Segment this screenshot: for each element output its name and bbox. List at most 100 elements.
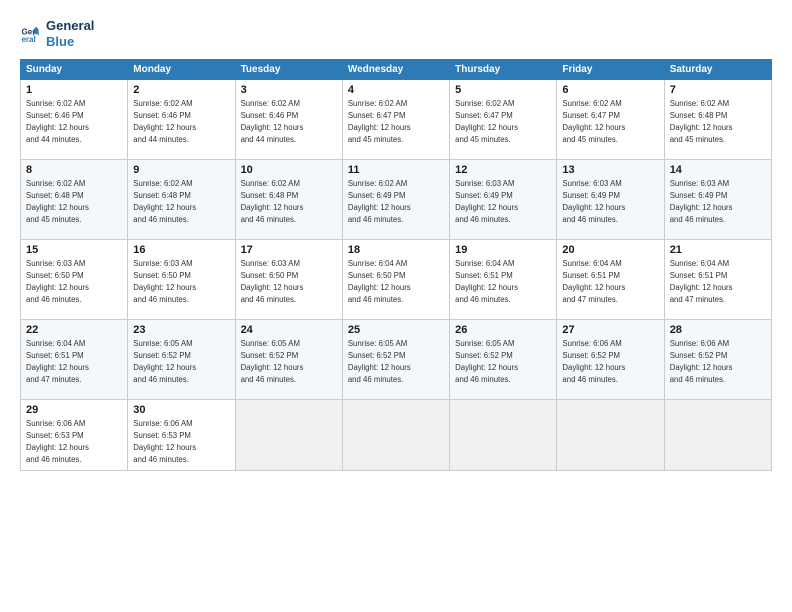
- day-number: 29: [26, 404, 122, 416]
- day-number: 3: [241, 84, 337, 96]
- table-row: 25 Sunrise: 6:05 AMSunset: 6:52 PMDaylig…: [342, 320, 449, 400]
- col-saturday: Saturday: [664, 60, 771, 80]
- table-row: 26 Sunrise: 6:05 AMSunset: 6:52 PMDaylig…: [450, 320, 557, 400]
- calendar-page: Gen eral General Blue Sunday Monday Tues…: [0, 0, 792, 612]
- day-detail: Sunrise: 6:02 AMSunset: 6:47 PMDaylight:…: [348, 99, 411, 144]
- day-number: 2: [133, 84, 229, 96]
- logo-text-line2: Blue: [46, 34, 94, 50]
- day-number: 17: [241, 244, 337, 256]
- table-row: 16 Sunrise: 6:03 AMSunset: 6:50 PMDaylig…: [128, 240, 235, 320]
- table-row: [664, 400, 771, 471]
- day-number: 11: [348, 164, 444, 176]
- day-detail: Sunrise: 6:05 AMSunset: 6:52 PMDaylight:…: [241, 339, 304, 384]
- day-number: 16: [133, 244, 229, 256]
- day-detail: Sunrise: 6:02 AMSunset: 6:47 PMDaylight:…: [562, 99, 625, 144]
- table-row: 15 Sunrise: 6:03 AMSunset: 6:50 PMDaylig…: [21, 240, 128, 320]
- col-sunday: Sunday: [21, 60, 128, 80]
- day-number: 1: [26, 84, 122, 96]
- day-number: 30: [133, 404, 229, 416]
- day-number: 12: [455, 164, 551, 176]
- table-row: 7 Sunrise: 6:02 AMSunset: 6:48 PMDayligh…: [664, 80, 771, 160]
- table-row: 11 Sunrise: 6:02 AMSunset: 6:49 PMDaylig…: [342, 160, 449, 240]
- day-detail: Sunrise: 6:05 AMSunset: 6:52 PMDaylight:…: [348, 339, 411, 384]
- day-number: 28: [670, 324, 766, 336]
- day-number: 24: [241, 324, 337, 336]
- day-number: 21: [670, 244, 766, 256]
- day-detail: Sunrise: 6:03 AMSunset: 6:50 PMDaylight:…: [241, 259, 304, 304]
- day-number: 18: [348, 244, 444, 256]
- table-row: [450, 400, 557, 471]
- day-number: 20: [562, 244, 658, 256]
- day-number: 8: [26, 164, 122, 176]
- table-row: 14 Sunrise: 6:03 AMSunset: 6:49 PMDaylig…: [664, 160, 771, 240]
- day-number: 13: [562, 164, 658, 176]
- table-row: 4 Sunrise: 6:02 AMSunset: 6:47 PMDayligh…: [342, 80, 449, 160]
- logo: Gen eral General Blue: [20, 18, 94, 49]
- col-wednesday: Wednesday: [342, 60, 449, 80]
- day-detail: Sunrise: 6:06 AMSunset: 6:53 PMDaylight:…: [133, 419, 196, 464]
- day-detail: Sunrise: 6:04 AMSunset: 6:51 PMDaylight:…: [562, 259, 625, 304]
- table-row: 2 Sunrise: 6:02 AMSunset: 6:46 PMDayligh…: [128, 80, 235, 160]
- table-row: 19 Sunrise: 6:04 AMSunset: 6:51 PMDaylig…: [450, 240, 557, 320]
- table-row: 3 Sunrise: 6:02 AMSunset: 6:46 PMDayligh…: [235, 80, 342, 160]
- day-number: 14: [670, 164, 766, 176]
- table-row: 22 Sunrise: 6:04 AMSunset: 6:51 PMDaylig…: [21, 320, 128, 400]
- day-detail: Sunrise: 6:06 AMSunset: 6:52 PMDaylight:…: [562, 339, 625, 384]
- col-tuesday: Tuesday: [235, 60, 342, 80]
- day-detail: Sunrise: 6:02 AMSunset: 6:48 PMDaylight:…: [241, 179, 304, 224]
- day-detail: Sunrise: 6:02 AMSunset: 6:46 PMDaylight:…: [133, 99, 196, 144]
- table-row: 1 Sunrise: 6:02 AMSunset: 6:46 PMDayligh…: [21, 80, 128, 160]
- day-number: 10: [241, 164, 337, 176]
- table-row: 5 Sunrise: 6:02 AMSunset: 6:47 PMDayligh…: [450, 80, 557, 160]
- day-detail: Sunrise: 6:02 AMSunset: 6:48 PMDaylight:…: [133, 179, 196, 224]
- table-row: [235, 400, 342, 471]
- day-detail: Sunrise: 6:03 AMSunset: 6:50 PMDaylight:…: [133, 259, 196, 304]
- day-detail: Sunrise: 6:05 AMSunset: 6:52 PMDaylight:…: [133, 339, 196, 384]
- table-row: 12 Sunrise: 6:03 AMSunset: 6:49 PMDaylig…: [450, 160, 557, 240]
- col-monday: Monday: [128, 60, 235, 80]
- day-detail: Sunrise: 6:03 AMSunset: 6:49 PMDaylight:…: [670, 179, 733, 224]
- col-friday: Friday: [557, 60, 664, 80]
- day-number: 19: [455, 244, 551, 256]
- svg-text:eral: eral: [21, 35, 35, 44]
- table-row: 20 Sunrise: 6:04 AMSunset: 6:51 PMDaylig…: [557, 240, 664, 320]
- day-number: 25: [348, 324, 444, 336]
- table-row: 17 Sunrise: 6:03 AMSunset: 6:50 PMDaylig…: [235, 240, 342, 320]
- day-detail: Sunrise: 6:03 AMSunset: 6:50 PMDaylight:…: [26, 259, 89, 304]
- day-detail: Sunrise: 6:02 AMSunset: 6:48 PMDaylight:…: [26, 179, 89, 224]
- table-row: 9 Sunrise: 6:02 AMSunset: 6:48 PMDayligh…: [128, 160, 235, 240]
- day-detail: Sunrise: 6:04 AMSunset: 6:50 PMDaylight:…: [348, 259, 411, 304]
- day-detail: Sunrise: 6:04 AMSunset: 6:51 PMDaylight:…: [670, 259, 733, 304]
- day-number: 27: [562, 324, 658, 336]
- table-row: 13 Sunrise: 6:03 AMSunset: 6:49 PMDaylig…: [557, 160, 664, 240]
- table-row: 27 Sunrise: 6:06 AMSunset: 6:52 PMDaylig…: [557, 320, 664, 400]
- day-number: 5: [455, 84, 551, 96]
- calendar-header-row: Sunday Monday Tuesday Wednesday Thursday…: [21, 60, 772, 80]
- day-detail: Sunrise: 6:03 AMSunset: 6:49 PMDaylight:…: [562, 179, 625, 224]
- day-detail: Sunrise: 6:05 AMSunset: 6:52 PMDaylight:…: [455, 339, 518, 384]
- table-row: 8 Sunrise: 6:02 AMSunset: 6:48 PMDayligh…: [21, 160, 128, 240]
- logo-icon: Gen eral: [20, 23, 42, 45]
- table-row: 28 Sunrise: 6:06 AMSunset: 6:52 PMDaylig…: [664, 320, 771, 400]
- day-number: 23: [133, 324, 229, 336]
- table-row: [557, 400, 664, 471]
- day-detail: Sunrise: 6:04 AMSunset: 6:51 PMDaylight:…: [455, 259, 518, 304]
- day-detail: Sunrise: 6:04 AMSunset: 6:51 PMDaylight:…: [26, 339, 89, 384]
- day-detail: Sunrise: 6:06 AMSunset: 6:53 PMDaylight:…: [26, 419, 89, 464]
- table-row: 29 Sunrise: 6:06 AMSunset: 6:53 PMDaylig…: [21, 400, 128, 471]
- day-detail: Sunrise: 6:03 AMSunset: 6:49 PMDaylight:…: [455, 179, 518, 224]
- table-row: 18 Sunrise: 6:04 AMSunset: 6:50 PMDaylig…: [342, 240, 449, 320]
- day-number: 26: [455, 324, 551, 336]
- day-number: 4: [348, 84, 444, 96]
- logo-text-line1: General: [46, 18, 94, 34]
- calendar-table: Sunday Monday Tuesday Wednesday Thursday…: [20, 59, 772, 471]
- day-detail: Sunrise: 6:02 AMSunset: 6:49 PMDaylight:…: [348, 179, 411, 224]
- table-row: 30 Sunrise: 6:06 AMSunset: 6:53 PMDaylig…: [128, 400, 235, 471]
- table-row: 6 Sunrise: 6:02 AMSunset: 6:47 PMDayligh…: [557, 80, 664, 160]
- table-row: 21 Sunrise: 6:04 AMSunset: 6:51 PMDaylig…: [664, 240, 771, 320]
- page-header: Gen eral General Blue: [20, 18, 772, 49]
- day-number: 15: [26, 244, 122, 256]
- day-detail: Sunrise: 6:06 AMSunset: 6:52 PMDaylight:…: [670, 339, 733, 384]
- day-detail: Sunrise: 6:02 AMSunset: 6:47 PMDaylight:…: [455, 99, 518, 144]
- col-thursday: Thursday: [450, 60, 557, 80]
